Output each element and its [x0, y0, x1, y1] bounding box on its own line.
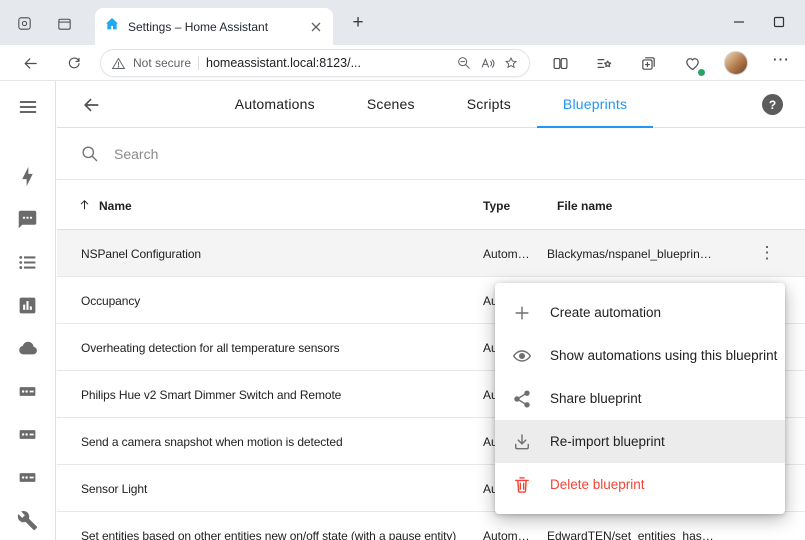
row-name: Overheating detection for all temperatur… [81, 341, 479, 355]
ha-header: Automations Scenes Scripts Blueprints ? [57, 81, 805, 128]
search-icon [80, 144, 99, 163]
collections-icon[interactable] [636, 51, 660, 75]
ha-sidebar [0, 81, 56, 540]
browser-toolbar: Not secure homeassistant.local:8123/... … [0, 45, 805, 81]
tab-close-icon[interactable] [308, 19, 324, 35]
tab-scenes[interactable]: Scenes [341, 81, 441, 128]
url-text: homeassistant.local:8123/... [206, 56, 449, 70]
logbook-message-icon[interactable] [16, 207, 40, 231]
ha-tab-bar: Automations Scenes Scripts Blueprints [57, 81, 805, 128]
new-tab-button[interactable]: + [346, 11, 370, 35]
row-type: Autom… [483, 529, 541, 540]
read-aloud-icon[interactable] [479, 55, 496, 72]
table-header: Name Type File name [57, 180, 805, 230]
import-download-icon [512, 432, 532, 452]
menu-item-label: Show automations using this blueprint [550, 348, 777, 363]
eye-icon [512, 346, 532, 366]
row-name: Set entities based on other entities new… [81, 529, 479, 540]
address-divider [198, 56, 199, 70]
row-name: Philips Hue v2 Smart Dimmer Switch and R… [81, 388, 479, 402]
tab-strip: Settings – Home Assistant + [0, 0, 805, 45]
split-screen-icon[interactable] [548, 51, 572, 75]
row-type: Autom… [483, 247, 541, 261]
tab-title: Settings – Home Assistant [128, 20, 300, 34]
row-overflow-icon[interactable]: ⋮ [757, 243, 777, 263]
column-header-type[interactable]: Type [483, 199, 510, 213]
energy-lightning-icon[interactable] [16, 164, 40, 188]
menu-item-show-automations[interactable]: Show automations using this blueprint [495, 334, 785, 377]
menu-item-share-blueprint[interactable]: Share blueprint [495, 377, 785, 420]
menu-item-create-automation[interactable]: Create automation [495, 291, 785, 334]
row-file: Blackymas/nspanel_blueprin… [547, 247, 747, 261]
help-icon[interactable]: ? [762, 94, 783, 115]
tab-blueprints[interactable]: Blueprints [537, 81, 653, 128]
tab-actions-icon[interactable] [52, 11, 76, 35]
workspaces-icon[interactable] [12, 11, 36, 35]
tab-automations[interactable]: Automations [209, 81, 341, 128]
row-name: Occupancy [81, 294, 479, 308]
plus-icon [512, 303, 532, 323]
menu-item-reimport-blueprint[interactable]: Re-import blueprint [495, 420, 785, 463]
browser-window: Settings – Home Assistant + Not secure h… [0, 0, 805, 540]
refresh-icon[interactable] [62, 51, 86, 75]
search-placeholder: Search [114, 146, 158, 162]
warning-icon [111, 56, 126, 71]
menu-item-delete-blueprint[interactable]: Delete blueprint [495, 463, 785, 506]
menu-item-label: Create automation [550, 305, 661, 320]
browser-menu-icon[interactable]: ⋯ [772, 50, 789, 70]
security-label: Not secure [133, 56, 191, 70]
browser-tab[interactable]: Settings – Home Assistant [95, 8, 333, 45]
row-name: Send a camera snapshot when motion is de… [81, 435, 479, 449]
sort-ascending-icon[interactable] [78, 198, 91, 214]
todo-list-icon[interactable] [16, 250, 40, 274]
hamburger-menu-icon[interactable] [16, 95, 40, 119]
trash-icon [512, 475, 532, 495]
essentials-status-dot [697, 68, 706, 77]
favorites-hub-icon[interactable] [592, 51, 616, 75]
server-icon-2[interactable] [16, 422, 40, 446]
home-assistant-favicon [104, 16, 120, 37]
maximize-button[interactable] [765, 8, 793, 36]
table-row[interactable]: Set entities based on other entities new… [57, 512, 805, 540]
menu-item-label: Re-import blueprint [550, 434, 665, 449]
profile-avatar[interactable] [724, 51, 748, 75]
share-icon [512, 389, 532, 409]
address-bar[interactable]: Not secure homeassistant.local:8123/... [100, 49, 530, 77]
menu-item-label: Share blueprint [550, 391, 642, 406]
context-menu: Create automation Show automations using… [495, 283, 785, 514]
menu-item-label: Delete blueprint [550, 477, 645, 492]
table-row[interactable]: NSPanel Configuration Autom… Blackymas/n… [57, 230, 805, 277]
favorite-star-icon[interactable] [503, 55, 519, 71]
search-input[interactable]: Search [57, 128, 805, 180]
tab-scripts[interactable]: Scripts [441, 81, 537, 128]
browser-essentials-icon[interactable] [680, 51, 704, 75]
row-name: Sensor Light [81, 482, 479, 496]
row-name: NSPanel Configuration [81, 247, 479, 261]
server-icon-3[interactable] [16, 465, 40, 489]
history-chart-icon[interactable] [16, 293, 40, 317]
back-icon[interactable] [18, 51, 42, 75]
zoom-out-icon[interactable] [456, 55, 472, 71]
row-file: EdwardTEN/set_entities_has… [547, 529, 747, 540]
developer-wrench-icon[interactable] [16, 508, 40, 532]
minimize-button[interactable] [725, 8, 753, 36]
column-header-file[interactable]: File name [557, 199, 612, 213]
cloud-icon[interactable] [16, 336, 40, 360]
server-icon-1[interactable] [16, 379, 40, 403]
column-header-name[interactable]: Name [99, 199, 132, 213]
